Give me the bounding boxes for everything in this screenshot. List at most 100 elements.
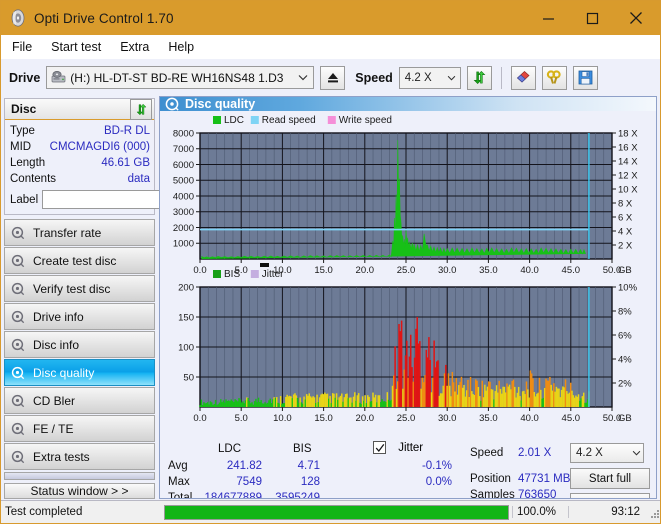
disc-test-icon <box>11 226 25 239</box>
y-tick-label: 4000 <box>173 192 194 203</box>
legend-label: LDC <box>224 115 244 126</box>
menu-start-test[interactable]: Start test <box>47 38 110 57</box>
speed-readout-value: 2.01 X <box>518 447 552 460</box>
sidebar-item-extra-tests[interactable]: Extra tests <box>4 443 155 470</box>
sidebar-item-verify-test-disc[interactable]: Verify test disc <box>4 275 155 302</box>
disc-quality-icon <box>165 97 179 111</box>
status-bar: Test completed 100.0% 93:12 <box>1 500 660 523</box>
disc-info-box: Disc Type BD-R DL MID CMCMAGDI6 (000) Le… <box>4 98 246 215</box>
samples-value: 763650 <box>518 489 557 499</box>
disc-length-key: Length <box>10 157 46 169</box>
sidebar-item-fe-te[interactable]: FE / TE <box>4 415 155 442</box>
x-tick-label: 45.0 <box>562 265 581 276</box>
sidebar-item-label: Transfer rate <box>33 225 102 240</box>
menu-file[interactable]: File <box>8 38 41 57</box>
stats-total-ldc: 184677889 <box>204 492 262 499</box>
legend-swatch <box>213 270 221 279</box>
panel-title: Disc quality <box>185 97 256 112</box>
status-window-button[interactable]: Status window > > <box>4 483 155 499</box>
x-tick-label: 30.0 <box>438 265 457 276</box>
save-button[interactable] <box>572 65 598 90</box>
y2-tick-label: 10 X <box>618 185 638 196</box>
panel-header: Disc quality <box>160 97 656 112</box>
x-tick-label: 25.0 <box>397 413 416 424</box>
stats-col-bis: BIS <box>293 443 312 456</box>
test-speed-select[interactable]: 4.2 X <box>570 443 644 464</box>
sidebar-item-transfer-rate[interactable]: Transfer rate <box>4 219 155 246</box>
window-controls <box>526 1 658 35</box>
x-tick-label: 10.0 <box>273 413 292 424</box>
sidebar-item-label: Create test disc <box>33 253 117 268</box>
stats-avg-ldc: 241.82 <box>226 460 262 473</box>
x-tick-label: 0.0 <box>193 413 206 424</box>
checkbox-box[interactable] <box>373 441 386 455</box>
start-full-button[interactable]: Start full <box>570 468 650 490</box>
tools-button[interactable] <box>541 65 567 90</box>
sidebar-item-cd-bler[interactable]: CD Bler <box>4 387 155 414</box>
x-tick-label: 15.0 <box>314 413 333 424</box>
chevron-down-icon[interactable] <box>294 74 311 81</box>
speed-value: 4.2 X <box>404 71 432 84</box>
disc-type-value: BD-R DL <box>103 125 150 137</box>
stats-max-jitter: 0.0% <box>425 476 452 489</box>
drive-toolbar: Drive (H:) HL-DT-ST BD-RE WH16NS48 1.D3 … <box>1 59 660 96</box>
y-tick-label: 100 <box>178 343 194 354</box>
menu-extra[interactable]: Extra <box>116 38 158 57</box>
y-tick-label: 8000 <box>173 129 194 140</box>
disc-info-rows: Type BD-R DL MID CMCMAGDI6 (000) Length … <box>5 120 246 214</box>
chevron-down-icon[interactable] <box>632 447 641 459</box>
ldc-chart[interactable]: LDC Read speed Write speed 1000 2000 3000 4000… <box>173 115 638 276</box>
disc-refresh-button[interactable] <box>130 98 152 120</box>
eject-button[interactable] <box>320 65 346 90</box>
title-bar: Opti Drive Control 1.70 <box>1 1 660 35</box>
refresh-icon <box>473 71 486 84</box>
close-button[interactable] <box>614 1 658 35</box>
charts-area: LDC Read speed Write speed 1000 2000 3000 4000… <box>160 111 656 441</box>
position-key: Position <box>470 473 511 486</box>
y2-tick-label: 4 X <box>618 227 633 238</box>
x-tick-label: 40.0 <box>520 265 539 276</box>
bis-chart[interactable]: BIS Jitter 50 100 150 200 2% 4% 6% 8% 10% 0.0 5.0 10.… <box>178 269 637 424</box>
y-tick-label: 6000 <box>173 160 194 171</box>
legend-swatch <box>327 116 336 125</box>
samples-key: Samples <box>470 489 515 499</box>
ldc-chart-legend: LDC Read speed Write speed <box>213 115 392 126</box>
stats-avg-jitter: -0.1% <box>421 460 452 473</box>
start-part-button[interactable]: Start part <box>570 493 650 498</box>
x-tick-label: 35.0 <box>479 265 498 276</box>
jitter-checkbox[interactable]: Jitter <box>373 441 423 455</box>
drive-select[interactable]: (H:) HL-DT-ST BD-RE WH16NS48 1.D3 <box>46 66 315 89</box>
menu-help[interactable]: Help <box>164 38 203 57</box>
stats-col-ldc: LDC <box>218 443 242 456</box>
sidebar-item-drive-info[interactable]: Drive info <box>4 303 155 330</box>
sidebar-item-label: FE / TE <box>33 421 74 436</box>
legend-label: Write speed <box>339 115 392 126</box>
stats-panel: LDC BIS Jitter Avg 241.82 4.71 -0.1% Max… <box>160 441 656 498</box>
maximize-button[interactable] <box>570 1 614 35</box>
erase-button[interactable] <box>510 65 536 90</box>
sidebar-nav: Transfer rate Create test disc Verify test… <box>4 219 155 470</box>
sidebar-item-disc-info[interactable]: Disc info <box>4 331 155 358</box>
cursor-handle[interactable] <box>260 263 269 268</box>
sidebar-item-create-test-disc[interactable]: Create test disc <box>4 247 155 274</box>
disc-quality-charts[interactable]: LDC Read speed Write speed 1000 2000 3000 4000… <box>160 111 656 441</box>
refresh-button[interactable] <box>466 65 492 90</box>
x-tick-label: 20.0 <box>356 413 375 424</box>
speed-select[interactable]: 4.2 X <box>398 66 461 89</box>
sidebar-item-disc-quality[interactable]: Disc quality <box>4 359 155 386</box>
legend-swatch <box>250 270 259 279</box>
stats-max-ldc: 7549 <box>236 476 262 489</box>
disc-label-key: Label <box>10 193 39 206</box>
window-title: Opti Drive Control 1.70 <box>34 10 174 26</box>
test-speed-value: 4.2 X <box>576 447 603 460</box>
speed-readout-key: Speed <box>470 447 504 460</box>
stats-avg-bis: 4.71 <box>297 460 320 473</box>
stats-max-bis: 128 <box>300 476 320 489</box>
stats-total-bis: 3595249 <box>275 492 320 499</box>
y2-tick-label: 8% <box>618 307 632 318</box>
disc-test-icon <box>11 422 25 435</box>
y2-tick-label: 10% <box>618 283 638 294</box>
resize-grip[interactable] <box>646 505 660 519</box>
minimize-button[interactable] <box>526 1 570 35</box>
chevron-down-icon[interactable] <box>443 75 460 81</box>
